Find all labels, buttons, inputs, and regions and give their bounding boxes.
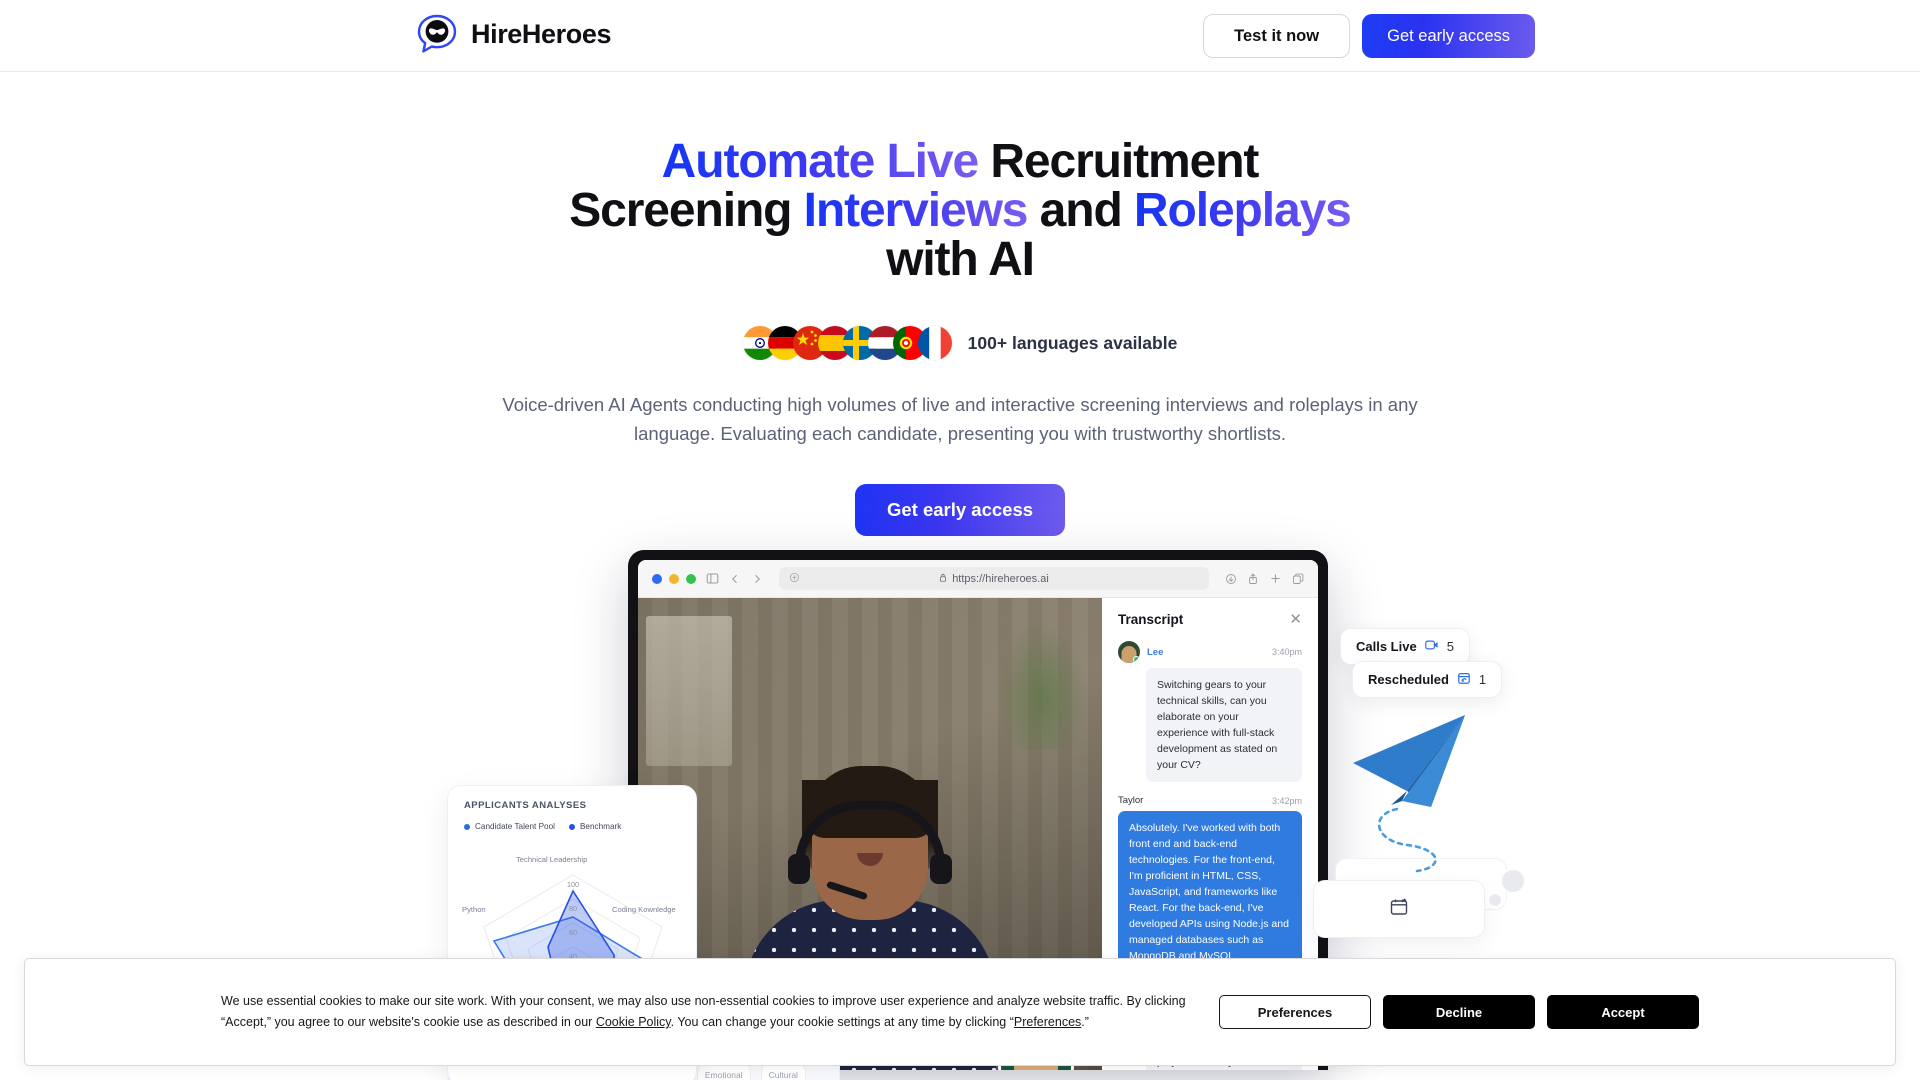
lock-icon [939,573,947,585]
chevron-right-icon[interactable] [751,573,763,585]
radar-tick-100: 100 [567,880,579,889]
message-speaker: Lee [1147,646,1164,658]
headline-part-3: Screening [569,184,804,237]
headline-part-1: Automate Live [661,135,980,188]
cookie-banner-actions: Preferences Decline Accept [1219,995,1895,1029]
schedule-avatar [1500,868,1526,894]
radar-axis-coding-knowledge: Coding Kownledge [612,905,676,914]
cookie-text-part-3: .” [1081,1015,1089,1029]
schedule-card [1313,880,1485,938]
message-meta: Lee 3:40pm [1118,641,1302,663]
calls-live-pill: Calls Live 5 [1340,628,1470,665]
message-time: 3:40pm [1271,647,1302,657]
transcript-header: Transcript ✕ [1118,612,1302,627]
header-get-early-access-button[interactable]: Get early access [1362,14,1535,58]
download-icon[interactable] [1225,573,1237,585]
sidebar-icon[interactable] [706,572,719,585]
languages-label: 100+ languages available [967,332,1178,353]
brand-name: HireHeroes [471,18,612,49]
transcript-message: Taylor 3:42pm Absolutely. I've worked wi… [1118,795,1302,973]
rescheduled-pill: Rescheduled 1 [1352,661,1503,698]
legend-dot-icon [568,823,575,830]
cookie-consent-banner: We use essential cookies to make our sit… [24,958,1896,1066]
headline-part-2: Recruitment [978,135,1259,188]
cookie-policy-link[interactable]: Cookie Policy [596,1015,671,1029]
address-url: https://hireheroes.ai [952,572,1049,585]
window-controls[interactable] [652,573,696,584]
calls-live-count: 5 [1446,639,1454,654]
radar-tick-60: 60 [569,928,577,937]
avatar [1118,641,1140,663]
page-zoom-icon[interactable] [789,572,800,586]
cookie-decline-button[interactable]: Decline [1383,995,1535,1029]
languages-row: 100+ languages available [0,326,1920,360]
legend-label: Benchmark [579,822,622,831]
calendar-plus-icon [1389,897,1409,922]
hero-cta-wrap: Get early access [0,484,1920,536]
copy-tabs-icon[interactable] [1292,573,1304,585]
maximize-window-dot-icon[interactable] [686,573,696,584]
radar-tick-80: 80 [569,904,577,913]
rescheduled-count: 1 [1478,672,1487,687]
chip-cultural: Cultural [760,1064,806,1080]
hero-section: Automate Live Recruitment Screening Inte… [0,72,1920,536]
analyses-title: APPLICANTS ANALYSES [464,800,587,811]
message-speaker: Taylor [1118,795,1144,806]
headline-part-6: Roleplays [1133,184,1352,237]
video-camera-icon [1424,638,1439,655]
cookie-banner-text: We use essential cookies to make our sit… [25,991,1219,1033]
radar-axis-technical-leadership: Technical Leadership [516,855,588,864]
flag-stack [742,326,952,360]
message-time: 3:42pm [1271,795,1302,806]
plus-icon[interactable] [1269,572,1282,585]
legend-item-benchmark: Benchmark [568,822,622,831]
brand-logo[interactable]: HireHeroes [416,13,611,55]
analyses-legend: Candidate Talent Pool Benchmark [464,822,680,831]
headphone-earcup-left [788,854,810,884]
france-flag-icon [917,326,952,360]
rescheduled-label: Rescheduled [1368,672,1449,687]
page-title: Automate Live Recruitment Screening Inte… [0,137,1920,284]
video-background-window [646,616,732,766]
browser-chrome: https://hireheroes.ai [638,560,1318,598]
calls-live-label: Calls Live [1356,639,1417,654]
cookie-preferences-button[interactable]: Preferences [1219,995,1371,1029]
legend-item-candidate-talent-pool: Candidate Talent Pool [464,822,555,831]
address-bar[interactable]: https://hireheroes.ai [779,567,1209,590]
header-actions: Test it now Get early access [1203,14,1535,58]
message-bubble: Switching gears to your technical skills… [1146,668,1302,782]
cookie-text-part-2: . You can change your cookie settings at… [670,1015,1014,1029]
chip-emotional: Emotional [696,1064,751,1080]
online-status-dot [1133,656,1140,663]
legend-label: Candidate Talent Pool [475,822,555,831]
message-meta: Taylor 3:42pm [1118,795,1302,806]
radar-axis-python: Python [462,905,486,914]
message-speaker-group: Lee [1118,641,1163,663]
landing-page: HireHeroes Test it now Get early access … [0,0,1920,1080]
calendar-refresh-icon [1457,671,1471,688]
cookie-accept-button[interactable]: Accept [1547,995,1699,1029]
headline-part-4: Interviews [803,184,1029,237]
headline-part-7: with AI [886,233,1035,286]
message-bubble: Absolutely. I've worked with both front … [1118,811,1302,973]
paper-plane-icon [1345,705,1495,885]
hero-get-early-access-button[interactable]: Get early access [854,484,1066,536]
transcript-message: Lee 3:40pm Switching gears to your techn… [1118,641,1302,782]
close-window-dot-icon[interactable] [652,573,662,584]
close-icon[interactable]: ✕ [1289,612,1302,627]
minimize-window-dot-icon[interactable] [669,573,679,584]
cookie-preferences-link[interactable]: Preferences [1014,1015,1081,1029]
site-header: HireHeroes Test it now Get early access [0,0,1920,72]
test-it-now-button[interactable]: Test it now [1203,14,1351,58]
hero-subtitle: Voice-driven AI Agents conducting high v… [502,394,1418,444]
headline-part-5: and [1027,184,1134,237]
headphone-earcup-right [930,854,952,884]
schedule-avatar-small [1487,892,1503,908]
hireheroes-logo-icon [417,14,457,53]
transcript-title: Transcript [1118,612,1184,627]
chevron-left-icon[interactable] [729,573,741,585]
share-icon[interactable] [1247,572,1259,585]
legend-dot-icon [464,823,470,830]
video-background-plant [996,620,1088,750]
